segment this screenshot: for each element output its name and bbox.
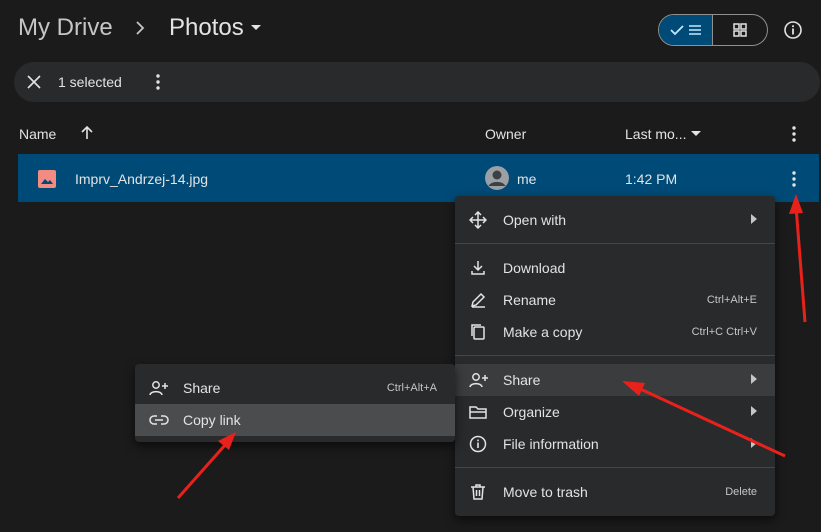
menu-label: Make a copy xyxy=(503,324,583,340)
more-vert-icon[interactable] xyxy=(150,73,166,91)
view-toggle xyxy=(658,14,768,46)
caret-down-icon xyxy=(250,24,262,32)
owner-value: me xyxy=(517,171,537,187)
download-icon xyxy=(469,259,487,277)
menu-label: Download xyxy=(503,260,566,276)
menu-shortcut: Ctrl+C Ctrl+V xyxy=(691,326,757,338)
more-vert-icon[interactable] xyxy=(786,125,802,143)
menu-label: Rename xyxy=(503,292,556,308)
annotation-arrow xyxy=(789,194,807,323)
menu-divider xyxy=(455,467,775,468)
menu-item-download[interactable]: Download xyxy=(455,252,775,284)
submenu-item-share[interactable]: Share Ctrl+Alt+A xyxy=(135,372,455,404)
menu-label: Share xyxy=(183,380,221,396)
info-icon[interactable] xyxy=(783,20,803,40)
image-file-icon xyxy=(38,170,56,188)
menu-item-organize[interactable]: Organize xyxy=(455,396,775,428)
context-menu xyxy=(455,196,775,516)
menu-shortcut: Ctrl+Alt+A xyxy=(386,382,437,394)
avatar xyxy=(485,166,509,190)
person-add-icon xyxy=(469,371,489,389)
more-vert-icon[interactable] xyxy=(786,170,802,188)
pencil-icon xyxy=(469,291,487,309)
person-add-icon xyxy=(149,379,169,397)
submenu-item-copy-link[interactable]: Copy link xyxy=(135,404,455,436)
menu-item-move-to-trash[interactable]: Move to trash Delete xyxy=(455,476,775,508)
menu-item-make-copy[interactable]: Make a copy Ctrl+C Ctrl+V xyxy=(455,316,775,348)
column-header-name[interactable]: Name xyxy=(19,126,56,142)
menu-label: Share xyxy=(503,372,541,388)
menu-item-open-with[interactable]: Open with xyxy=(455,204,775,236)
menu-divider xyxy=(455,355,775,356)
selection-bar xyxy=(14,62,820,102)
folder-open-icon xyxy=(469,403,487,421)
breadcrumb-my-drive[interactable]: My Drive xyxy=(18,14,113,42)
last-modified-value: 1:42 PM xyxy=(625,171,678,187)
copy-icon xyxy=(469,323,487,341)
file-name[interactable]: Imprv_Andrzej-14.jpg xyxy=(75,171,208,187)
menu-item-file-information[interactable]: File information xyxy=(455,428,775,460)
last-modified-label: Last mo... xyxy=(625,126,687,142)
selected-count: 1 selected xyxy=(58,74,122,90)
chevron-right-icon xyxy=(133,20,147,36)
menu-shortcut: Delete xyxy=(725,486,757,498)
grid-icon xyxy=(733,23,747,37)
menu-label: Organize xyxy=(503,404,560,420)
check-icon xyxy=(669,24,684,36)
submenu-arrow-icon xyxy=(751,438,757,448)
menu-divider xyxy=(455,243,775,244)
arrow-up-icon[interactable] xyxy=(79,125,95,141)
list-icon xyxy=(688,24,702,36)
caret-down-icon xyxy=(690,130,702,138)
menu-label: File information xyxy=(503,436,599,452)
menu-label: Move to trash xyxy=(503,484,588,500)
menu-item-share[interactable]: Share xyxy=(455,364,775,396)
submenu-arrow-icon xyxy=(751,214,757,224)
menu-item-rename[interactable]: Rename Ctrl+Alt+E xyxy=(455,284,775,316)
move-icon xyxy=(469,211,487,229)
menu-label: Open with xyxy=(503,212,567,228)
trash-icon xyxy=(469,483,487,501)
grid-view-button[interactable] xyxy=(713,15,767,45)
info-icon xyxy=(469,435,487,453)
list-view-button[interactable] xyxy=(659,15,714,45)
close-icon[interactable] xyxy=(26,74,42,90)
menu-shortcut: Ctrl+Alt+E xyxy=(706,294,757,306)
submenu-arrow-icon xyxy=(751,374,757,384)
link-icon xyxy=(149,411,169,429)
breadcrumb-current-folder[interactable]: Photos xyxy=(169,14,262,42)
folder-title: Photos xyxy=(169,14,244,41)
column-header-last-modified[interactable]: Last mo... xyxy=(625,126,702,142)
menu-label: Copy link xyxy=(183,412,241,428)
column-header-owner[interactable]: Owner xyxy=(485,126,526,142)
submenu-arrow-icon xyxy=(751,406,757,416)
